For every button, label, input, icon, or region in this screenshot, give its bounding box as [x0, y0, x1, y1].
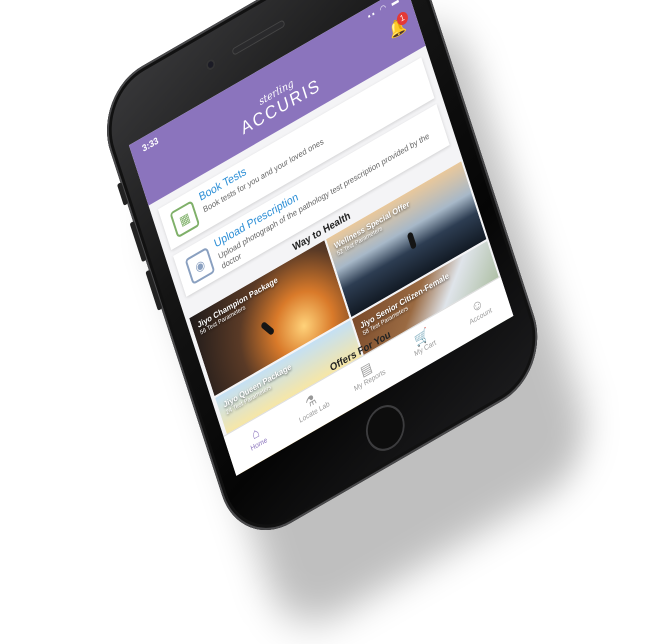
status-time: 3:33 — [140, 135, 160, 154]
mute-switch — [116, 182, 129, 206]
calendar-icon: ▦ — [169, 200, 201, 239]
earpiece-speaker — [231, 19, 286, 56]
volume-down-button — [145, 269, 163, 311]
volume-up-button — [129, 220, 147, 263]
camera-icon: ◉ — [184, 246, 216, 286]
home-button[interactable] — [360, 397, 411, 459]
front-camera — [204, 57, 217, 72]
